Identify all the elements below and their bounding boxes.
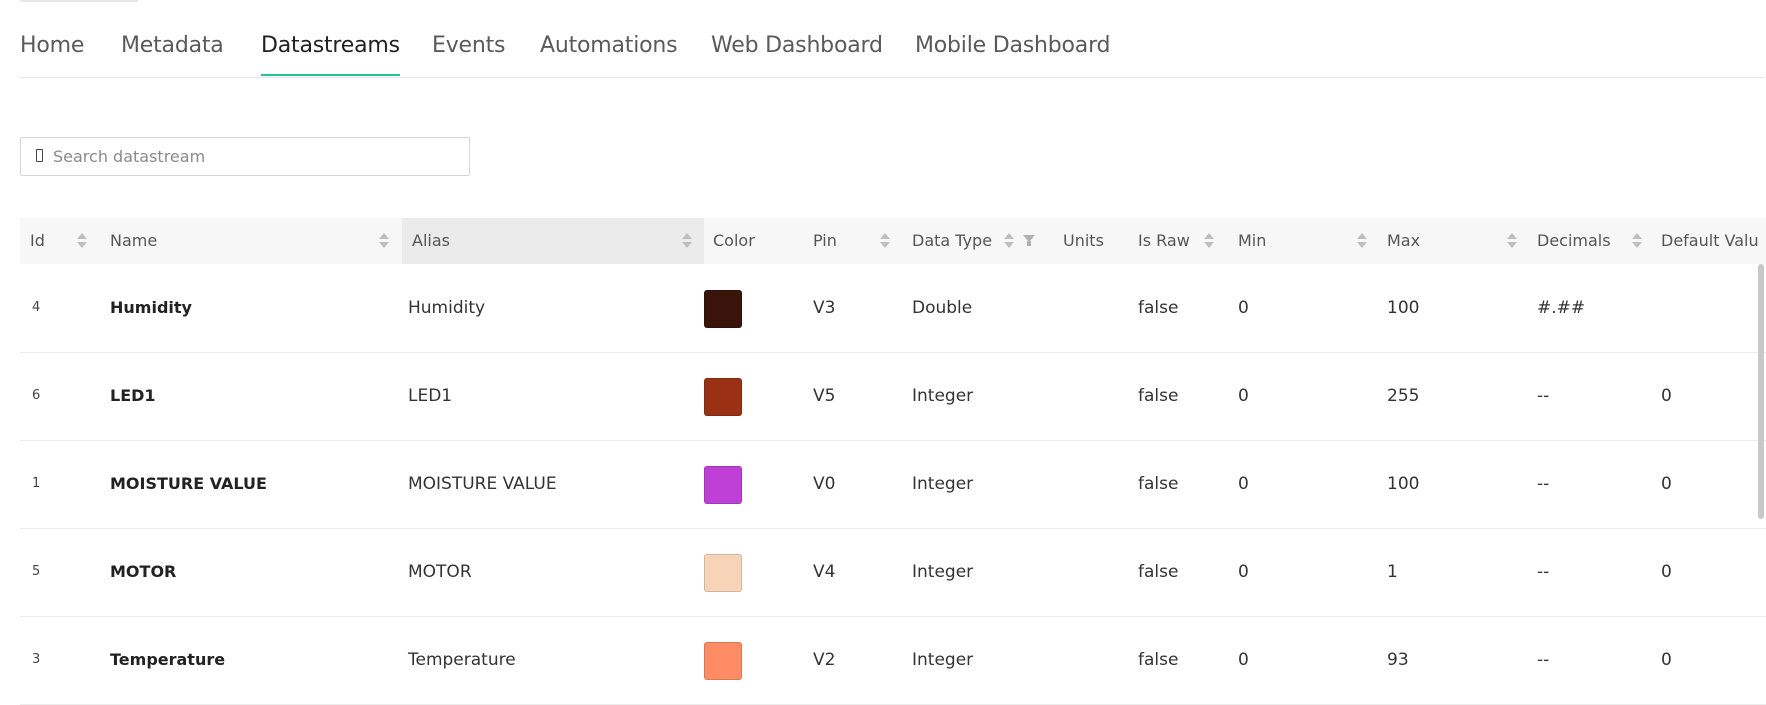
cell-data-type: Double (912, 298, 973, 318)
sort-icon[interactable] (1204, 232, 1214, 250)
cell-alias: MOTOR (408, 562, 472, 582)
search-box (20, 137, 470, 176)
tab-bar: Home Metadata Datastreams Events Automat… (20, 0, 1764, 78)
cell-default-value: 0 (1661, 386, 1672, 406)
table-row[interactable]: 1 MOISTURE VALUE MOISTURE VALUE V0 Integ… (20, 440, 1766, 529)
color-swatch (704, 466, 742, 504)
cell-decimals: -- (1537, 386, 1550, 406)
cell-alias: Humidity (408, 298, 486, 318)
cell-pin: V0 (813, 474, 836, 494)
color-swatch (704, 642, 742, 680)
cell-is-raw: false (1138, 386, 1179, 406)
col-header-color: Color (713, 231, 755, 250)
vertical-scrollbar[interactable] (1758, 264, 1764, 519)
cell-id: 5 (32, 564, 41, 579)
table-row[interactable]: 5 MOTOR MOTOR V4 Integer false 0 1 -- 0 (20, 528, 1766, 617)
tab-web-dashboard[interactable]: Web Dashboard (711, 33, 883, 58)
table-row[interactable]: 4 Humidity Humidity V3 Double false 0 10… (20, 264, 1766, 353)
sort-icon[interactable] (1357, 232, 1367, 250)
col-header-units: Units (1063, 231, 1104, 250)
table-header: Id Name Alias Color Pin Data Type Units … (20, 218, 1766, 264)
col-header-default-value[interactable]: Default Valu (1661, 218, 1759, 264)
cell-id: 6 (32, 388, 41, 403)
cell-max: 1 (1387, 562, 1398, 582)
cell-alias: LED1 (408, 386, 453, 406)
cell-max: 255 (1387, 386, 1420, 406)
sort-icon[interactable] (1004, 232, 1014, 250)
cell-id: 4 (32, 300, 41, 315)
tab-datastreams[interactable]: Datastreams (261, 33, 400, 76)
cell-is-raw: false (1138, 650, 1179, 670)
cell-is-raw: false (1138, 474, 1179, 494)
cell-data-type: Integer (912, 562, 974, 582)
col-header-id[interactable]: Id (30, 218, 45, 264)
filter-icon[interactable] (1023, 235, 1035, 247)
cell-decimals: #.## (1537, 298, 1586, 318)
tab-automations[interactable]: Automations (540, 33, 678, 58)
search-icon (36, 149, 43, 162)
cell-name[interactable]: Humidity (110, 264, 192, 352)
col-header-min[interactable]: Min (1238, 218, 1266, 264)
cell-min: 0 (1238, 474, 1249, 494)
tab-home[interactable]: Home (20, 33, 84, 58)
search-input[interactable] (53, 138, 453, 175)
cell-alias: MOISTURE VALUE (408, 474, 557, 494)
cell-default-value: 0 (1661, 562, 1672, 582)
cell-name[interactable]: LED1 (110, 352, 156, 440)
cell-min: 0 (1238, 298, 1249, 318)
col-header-pin[interactable]: Pin (813, 218, 837, 264)
cell-pin: V3 (813, 298, 836, 318)
color-swatch (704, 554, 742, 592)
table-row[interactable]: 3 Temperature Temperature V2 Integer fal… (20, 616, 1766, 705)
cell-decimals: -- (1537, 474, 1550, 494)
cell-name[interactable]: MOISTURE VALUE (110, 440, 267, 528)
color-swatch (704, 378, 742, 416)
cell-decimals: -- (1537, 562, 1550, 582)
cell-max: 100 (1387, 298, 1420, 318)
tab-metadata[interactable]: Metadata (121, 33, 224, 58)
sort-icon[interactable] (880, 232, 890, 250)
cell-data-type: Integer (912, 474, 974, 494)
cell-is-raw: false (1138, 562, 1179, 582)
sort-icon[interactable] (1507, 232, 1517, 250)
cell-id: 3 (32, 652, 41, 667)
cell-min: 0 (1238, 562, 1249, 582)
col-header-name[interactable]: Name (110, 218, 157, 264)
col-header-is-raw[interactable]: Is Raw (1138, 218, 1190, 264)
sort-icon[interactable] (682, 232, 692, 250)
sort-icon[interactable] (1632, 232, 1642, 250)
cell-alias: Temperature (408, 650, 516, 670)
cell-data-type: Integer (912, 386, 974, 406)
color-swatch (704, 290, 742, 328)
cell-max: 93 (1387, 650, 1409, 670)
tab-mobile-dashboard[interactable]: Mobile Dashboard (915, 33, 1111, 58)
col-header-data-type[interactable]: Data Type (912, 218, 992, 264)
cell-name[interactable]: MOTOR (110, 528, 176, 616)
cell-min: 0 (1238, 386, 1249, 406)
cell-decimals: -- (1537, 650, 1550, 670)
cell-min: 0 (1238, 650, 1249, 670)
col-header-max[interactable]: Max (1387, 218, 1420, 264)
table-row[interactable]: 6 LED1 LED1 V5 Integer false 0 255 -- 0 (20, 352, 1766, 441)
col-header-alias[interactable]: Alias (402, 218, 704, 264)
cell-max: 100 (1387, 474, 1420, 494)
cell-id: 1 (32, 476, 41, 491)
cell-is-raw: false (1138, 298, 1179, 318)
cell-pin: V4 (813, 562, 836, 582)
cell-name[interactable]: Temperature (110, 616, 225, 704)
col-header-decimals[interactable]: Decimals (1537, 218, 1611, 264)
cell-data-type: Integer (912, 650, 974, 670)
cell-default-value: 0 (1661, 650, 1672, 670)
cell-default-value: 0 (1661, 474, 1672, 494)
sort-icon[interactable] (77, 232, 87, 250)
cell-pin: V2 (813, 650, 836, 670)
tab-events[interactable]: Events (432, 33, 505, 58)
cell-pin: V5 (813, 386, 836, 406)
sort-icon[interactable] (379, 232, 389, 250)
